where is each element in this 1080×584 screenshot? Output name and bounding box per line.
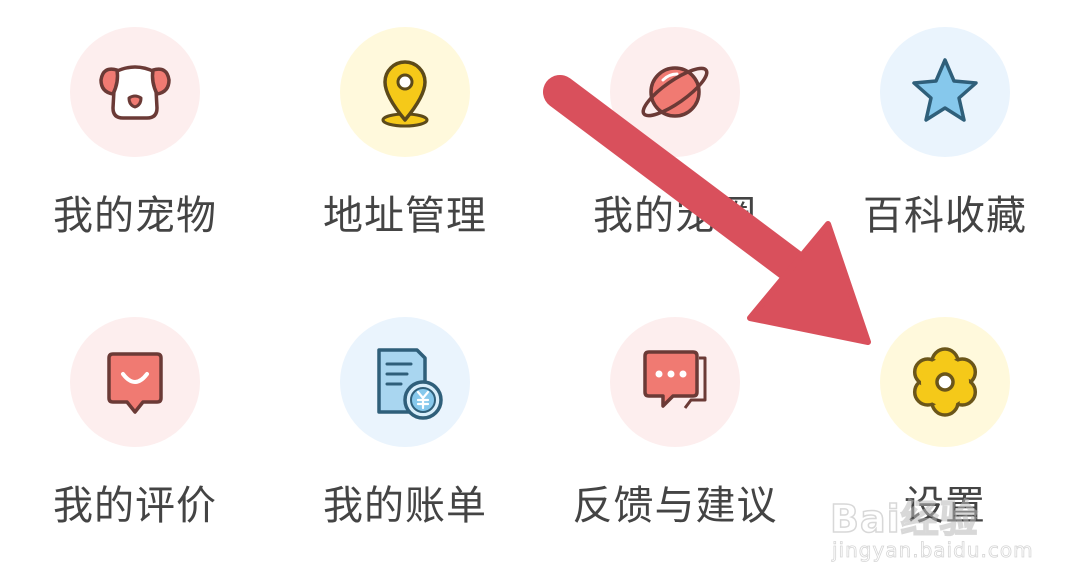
menu-item-my-pets[interactable]: 我的宠物 (0, 0, 270, 270)
chat-bubble-icon (643, 350, 707, 409)
menu-item-settings[interactable]: 设置 (810, 290, 1080, 560)
icon-circle (880, 27, 1010, 157)
menu-item-label: 地址管理 (323, 193, 487, 239)
gear-icon (912, 347, 978, 417)
menu-item-address-management[interactable]: 地址管理 (270, 0, 540, 270)
menu-item-label: 反馈与建议 (572, 483, 778, 529)
planet-icon (641, 66, 709, 118)
icon-circle (880, 317, 1010, 447)
star-icon (912, 58, 978, 122)
pet-dog-face-icon (99, 65, 171, 120)
icon-circle (610, 317, 740, 447)
icon-circle (610, 27, 740, 157)
menu-item-my-bills[interactable]: 我的账单 (270, 290, 540, 560)
menu-item-my-pet-circle[interactable]: 我的宠圈 (540, 0, 810, 270)
menu-item-encyclopedia-favorites[interactable]: 百科收藏 (810, 0, 1080, 270)
icon-circle (340, 27, 470, 157)
icon-circle (70, 27, 200, 157)
location-pin-icon (381, 60, 429, 128)
menu-item-label: 我的宠圈 (593, 193, 757, 239)
menu-item-label: 我的评价 (53, 483, 217, 529)
icon-circle (70, 317, 200, 447)
menu-item-label: 我的宠物 (53, 193, 217, 239)
menu-item-label: 设置 (904, 483, 986, 529)
menu-item-feedback-suggestions[interactable]: 反馈与建议 (540, 290, 810, 560)
menu-item-label: 我的账单 (323, 483, 487, 529)
profile-menu-grid: 我的宠物 地址管理 我的宠圈 百科收藏 我的评价 我的账单 反馈与建议 设置 (0, 0, 1080, 584)
smile-bubble-icon (107, 352, 163, 414)
icon-circle (340, 317, 470, 447)
menu-item-my-reviews[interactable]: 我的评价 (0, 290, 270, 560)
menu-item-label: 百科收藏 (863, 193, 1027, 239)
bill-yuan-icon (377, 348, 443, 420)
